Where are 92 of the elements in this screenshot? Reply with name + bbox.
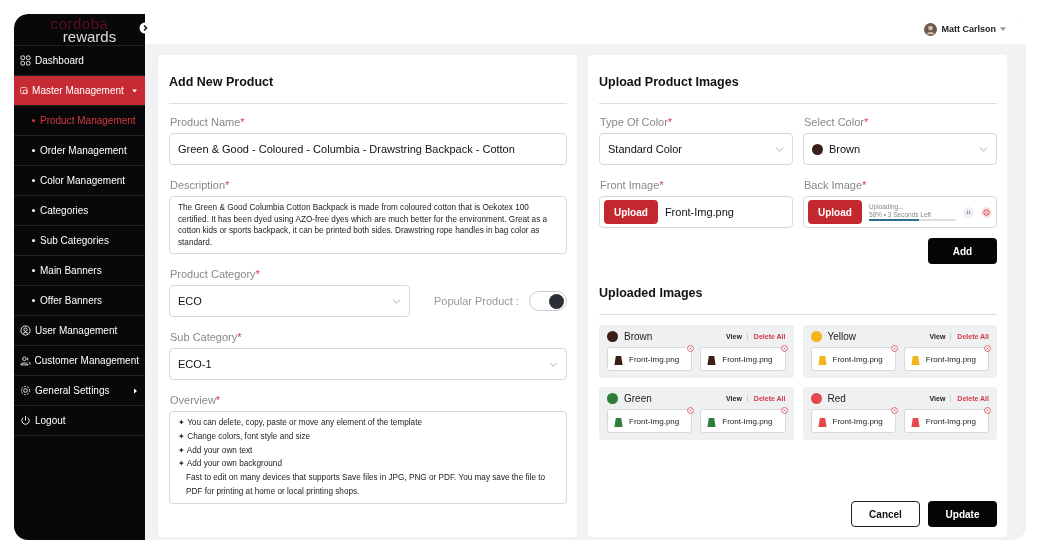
chevron-icon — [549, 361, 558, 367]
caret-icon — [1000, 27, 1006, 31]
grid-icon — [20, 55, 31, 66]
file-chip[interactable]: Front-Img.png — [810, 409, 896, 433]
field-label: Back Image* — [804, 179, 868, 191]
bullet-text: ✦ Change colors, font style and size — [178, 431, 312, 444]
nav-subitem[interactable]: Color Management — [14, 166, 145, 196]
subcategory-dropdown[interactable]: ECO-1 — [169, 348, 567, 381]
caret-icon — [134, 387, 137, 394]
bullet-text: ✦ Add your own text — [178, 444, 254, 457]
file-field[interactable]: Upload Front-Img.png — [599, 196, 793, 228]
chevron-icon — [979, 146, 988, 152]
bag-icon — [910, 353, 920, 365]
remove-icon[interactable] — [890, 407, 898, 414]
nav-subitem[interactable]: Sub Categories — [14, 226, 145, 256]
remove-icon[interactable] — [780, 407, 788, 414]
card-title: Upload Product Images — [599, 75, 740, 89]
field-label: Product Name* — [170, 116, 246, 128]
remove-icon[interactable] — [780, 345, 788, 352]
file-chip[interactable]: Front-Img.png — [810, 347, 896, 371]
document-icon — [20, 85, 29, 96]
remove-icon[interactable] — [687, 407, 695, 414]
overview-note: Fast to edit on many devices that supports Save files in JPG, PNG or PDF. You may save the file to PDF for printing at home or local printing shops. — [185, 472, 547, 498]
section-title: Uploaded Images — [599, 286, 704, 300]
remove-icon[interactable] — [890, 345, 898, 352]
cancel-icon[interactable] — [981, 206, 992, 218]
people-icon — [20, 355, 31, 366]
field-label: Type Of Color* — [600, 116, 674, 128]
nav-subitem[interactable]: Order Management — [14, 136, 145, 166]
bag-icon — [817, 353, 827, 365]
nav-subitem[interactable]: Main Banners — [14, 256, 145, 286]
category-dropdown[interactable]: ECO — [169, 285, 410, 318]
card-title: Add New Product — [169, 75, 275, 89]
nav-item[interactable]: Logout — [14, 406, 145, 436]
field-label: Description* — [170, 179, 231, 191]
bag-icon — [614, 415, 623, 427]
field-label: Front Image* — [600, 179, 665, 191]
product-name-field[interactable]: Green & Good - Coloured - Columbia - Drawstring Backpack - Cotton — [169, 133, 567, 165]
nav-item[interactable]: Customer Management — [14, 346, 145, 376]
nav-subitem[interactable]: Offer Banners — [14, 286, 145, 316]
remove-icon[interactable] — [984, 407, 991, 414]
bag-icon — [817, 415, 827, 427]
user-menu[interactable]: Matt Carlson — [924, 22, 1006, 36]
caret-icon — [131, 88, 137, 93]
person-icon — [20, 325, 31, 336]
file-chip[interactable]: Front-Img.png — [903, 409, 989, 433]
nav-item[interactable]: User Management — [14, 316, 145, 346]
field-label: Select Color* — [804, 116, 870, 128]
bag-icon — [707, 353, 717, 365]
file-chip[interactable]: Front-Img.png — [607, 409, 693, 433]
pause-icon[interactable] — [963, 206, 974, 218]
power-icon — [20, 415, 31, 426]
avatar-icon — [924, 22, 938, 36]
description-field[interactable]: The Green & Good Columbia Cotton Backpack is made from coloured cotton that is Oekotex 100 certified. It has been dyed using AZO-free dyes which are much better for the environment. Great as a cotton kids or sports backpack, it can be printed both sides. Drawstring rope handles in bag color as standard. — [169, 196, 567, 255]
chevron-icon — [392, 298, 401, 304]
logo-text: cordoba — [50, 16, 109, 30]
bag-icon — [614, 353, 623, 365]
remove-icon[interactable] — [984, 345, 991, 352]
file-name: Front-Img.png — [664, 206, 734, 218]
file-chip[interactable]: Front-Img.png — [700, 347, 786, 371]
bullet-text: ✦ You can delete, copy, paste or move any element of the template — [178, 417, 423, 430]
nav-subitem[interactable]: Product Management — [14, 106, 145, 136]
nav-item[interactable]: General Settings — [14, 376, 145, 406]
gear-icon — [20, 385, 31, 396]
field-label: Sub Category* — [170, 331, 243, 344]
color-name: Red — [827, 393, 847, 404]
overview-field[interactable] — [169, 411, 567, 504]
file-chip[interactable]: Front-Img.png — [700, 409, 786, 433]
add-button[interactable]: Add — [928, 238, 997, 264]
nav-subitem[interactable]: Categories — [14, 196, 145, 226]
upload-button[interactable]: Upload — [808, 200, 862, 224]
nav-item[interactable]: Master Management — [14, 76, 145, 106]
upload-button[interactable]: Upload — [604, 200, 658, 224]
field-label: Product Category* — [170, 268, 261, 281]
file-chip[interactable]: Front-Img.png — [607, 347, 693, 371]
field-label: Overview* — [170, 394, 222, 407]
chevron-icon — [775, 146, 784, 152]
remove-icon[interactable] — [687, 345, 695, 352]
color-name: Green — [624, 393, 653, 404]
file-chip[interactable]: Front-Img.png — [903, 347, 989, 371]
cancel-button[interactable]: Cancel — [851, 501, 920, 527]
bag-icon — [910, 415, 920, 427]
logo-text: rewards — [62, 29, 117, 43]
toggle-label: Popular Product : — [434, 295, 519, 308]
toggle-switch[interactable] — [529, 291, 567, 312]
color-name: Yellow — [827, 331, 858, 342]
color-type-dropdown[interactable]: Standard Color — [599, 133, 793, 165]
bag-icon — [707, 415, 717, 427]
bullet-text: ✦ Add your own background — [178, 458, 283, 471]
update-button[interactable]: Update — [928, 501, 997, 527]
color-dropdown[interactable]: Brown — [803, 133, 997, 165]
color-name: Brown — [624, 331, 654, 342]
